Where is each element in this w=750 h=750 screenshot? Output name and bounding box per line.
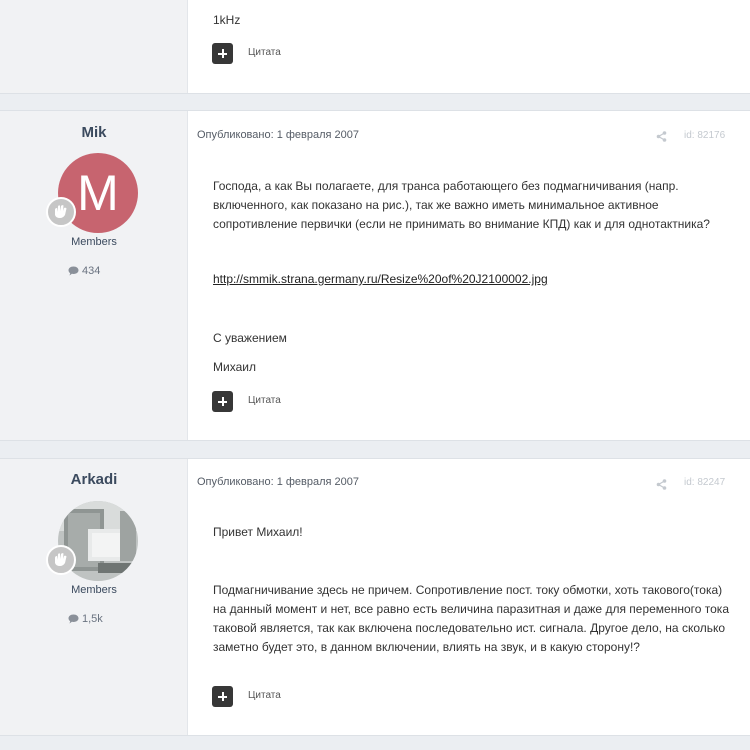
member-group: Members <box>71 584 117 596</box>
post-count[interactable]: 1,5k <box>68 613 103 625</box>
post-link[interactable]: http://smmik.strana.germany.ru/Resize%20… <box>213 270 733 289</box>
quote-button[interactable] <box>212 391 233 412</box>
rank-badge-icon <box>46 197 76 227</box>
post-count-value: 1,5k <box>82 613 103 625</box>
post-id: id: 82247 <box>684 477 726 488</box>
author-panel: Mik M Members 434 <box>0 111 188 440</box>
author-name[interactable]: Mik <box>0 124 188 141</box>
post-mik: Mik M Members 434 Опубликовано: 1 феврал… <box>0 110 750 441</box>
post-paragraph: Господа, а как Вы полагаете, для транса … <box>213 179 710 231</box>
post-count[interactable]: 434 <box>68 265 100 277</box>
member-group: Members <box>71 236 117 248</box>
post-date[interactable]: Опубликовано: 1 февраля 2007 <box>197 476 359 488</box>
post-paragraph: Михаил <box>213 360 256 374</box>
post-date[interactable]: Опубликовано: 1 февраля 2007 <box>197 129 359 141</box>
quote-button[interactable] <box>212 43 233 64</box>
quote-label[interactable]: Цитата <box>248 690 281 701</box>
author-panel: Arkadi Members 1,5k <box>0 459 188 735</box>
share-icon[interactable] <box>656 477 667 495</box>
post-arkadi: Arkadi Members 1,5k Опубликовано: 1 февр… <box>0 458 750 736</box>
quote-label[interactable]: Цитата <box>248 47 281 58</box>
author-name[interactable]: Arkadi <box>0 471 188 488</box>
post-top-partial: 1kHz Цитата <box>0 0 750 94</box>
comment-icon <box>68 266 79 276</box>
post-count-value: 434 <box>82 265 101 277</box>
post-paragraph: Подмагничивание здесь не причем. Сопроти… <box>213 583 729 654</box>
author-panel <box>0 0 188 93</box>
post-paragraph: С уважением <box>213 331 287 345</box>
rank-badge-icon <box>46 545 76 575</box>
share-icon[interactable] <box>656 129 667 147</box>
comment-icon <box>68 614 79 624</box>
quote-button[interactable] <box>212 686 233 707</box>
post-text: 1kHz <box>213 13 241 27</box>
post-paragraph: Привет Михаил! <box>213 525 303 539</box>
quote-label[interactable]: Цитата <box>248 395 281 406</box>
post-link-text[interactable]: http://smmik.strana.germany.ru/Resize%20… <box>213 272 548 286</box>
post-id: id: 82176 <box>684 130 726 141</box>
